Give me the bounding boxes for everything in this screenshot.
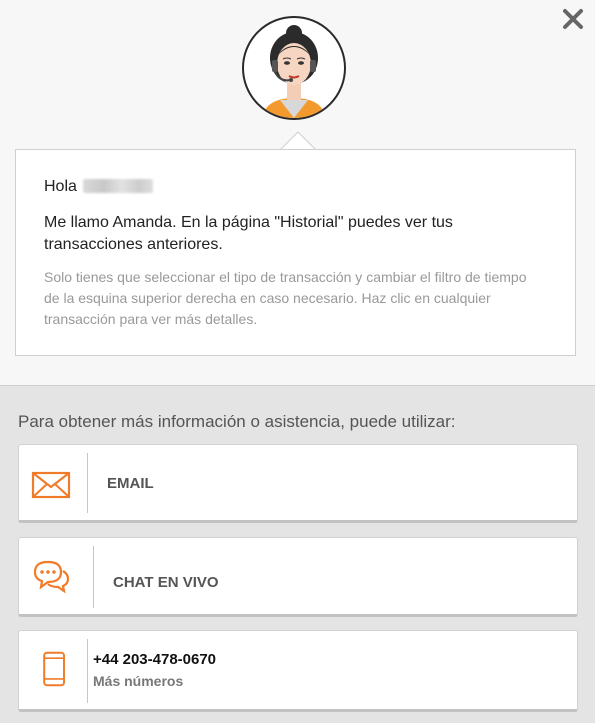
email-separator: [87, 453, 88, 513]
tip-text: Solo tienes que seleccionar el tipo de t…: [44, 269, 527, 327]
live-chat-button[interactable]: CHAT EN VIVO: [18, 537, 578, 617]
email-button[interactable]: EMAIL: [18, 444, 578, 523]
phone-number[interactable]: +44 203-478-0670: [93, 651, 216, 668]
agent-avatar-icon: [262, 25, 326, 118]
help-title: Para obtener más información o asistenci…: [18, 412, 456, 431]
help-footer: Para obtener más información o asistenci…: [0, 385, 595, 723]
more-numbers-link[interactable]: Más números: [93, 673, 183, 689]
redacted-name: [82, 179, 153, 193]
chat-bubbles-icon: [33, 560, 70, 594]
chat-separator: [93, 546, 94, 608]
bubble-pointer: [280, 131, 316, 150]
close-icon[interactable]: [561, 7, 585, 31]
email-label: EMAIL: [107, 475, 154, 492]
mobile-phone-icon: [43, 651, 65, 687]
intro-text: Me llamo Amanda. En la página "Historial…: [44, 214, 453, 253]
message-bubble: Hola Me llamo Amanda. En la página "Hist…: [15, 149, 576, 356]
phone-button[interactable]: +44 203-478-0670 Más números: [18, 630, 578, 712]
assistant-panel: Hola Me llamo Amanda. En la página "Hist…: [0, 0, 595, 385]
greeting-text: Hola: [44, 178, 77, 195]
greeting: Hola: [44, 178, 153, 196]
agent-avatar: [242, 16, 346, 120]
chat-label: CHAT EN VIVO: [113, 574, 219, 591]
envelope-icon: [31, 471, 71, 499]
phone-separator: [87, 639, 88, 703]
